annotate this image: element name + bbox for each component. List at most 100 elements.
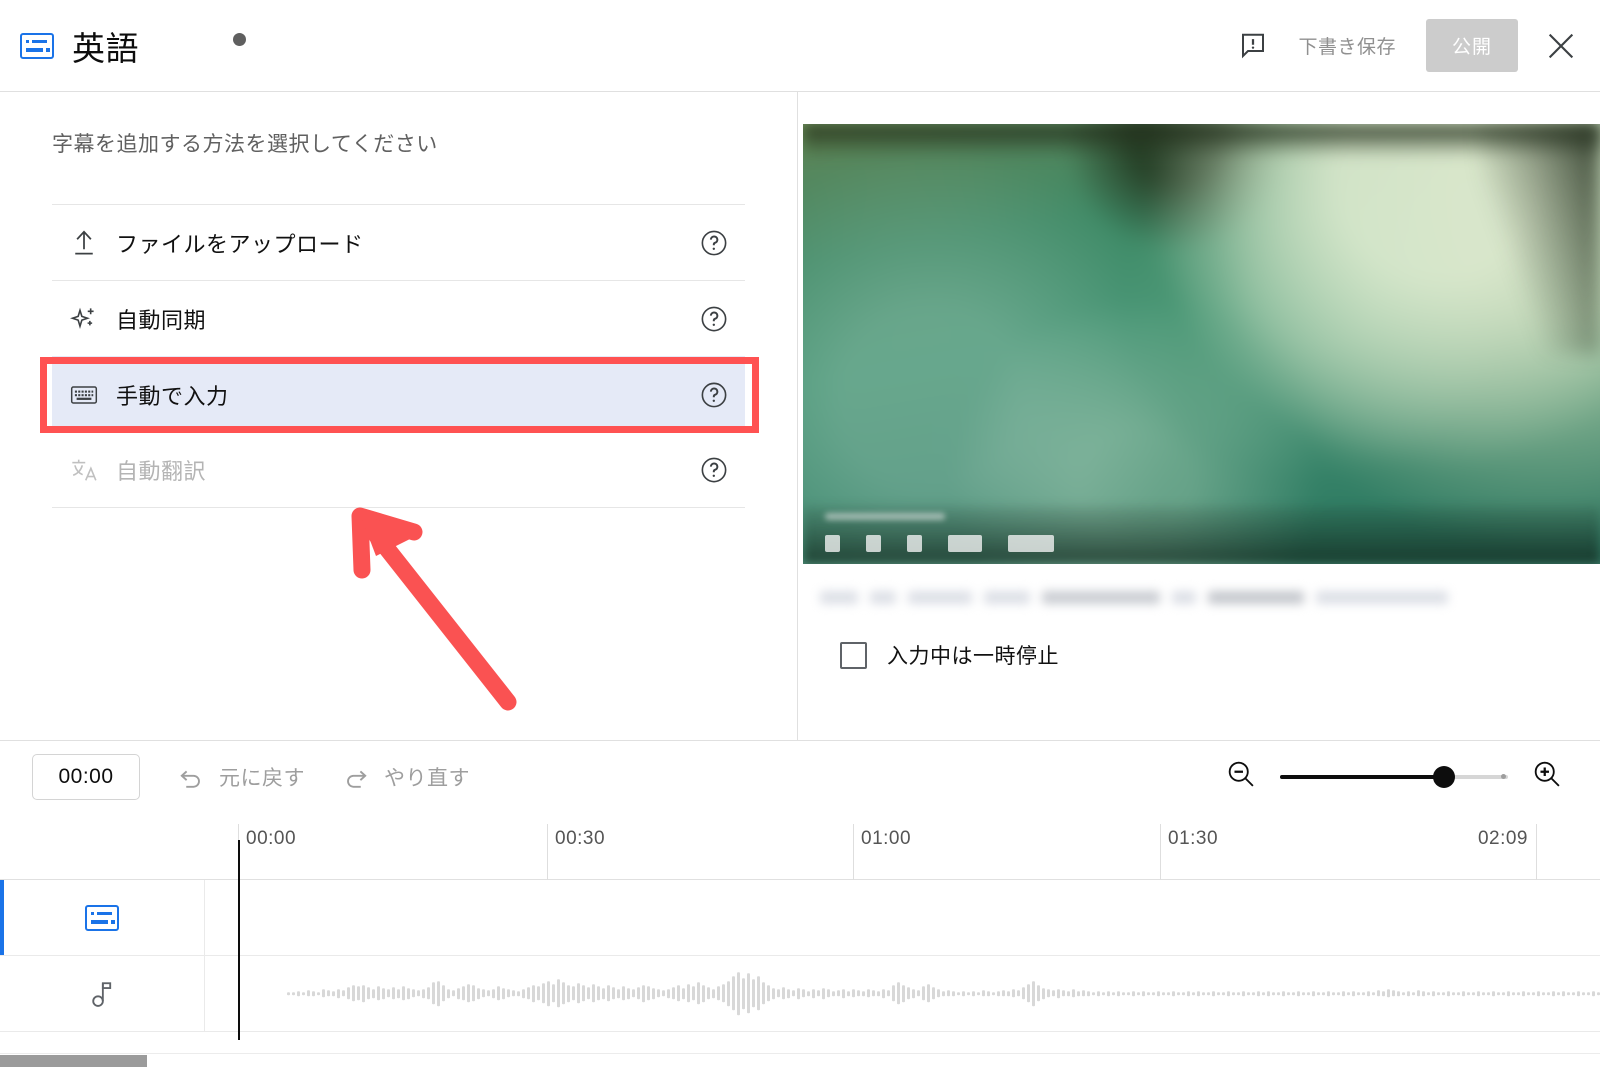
waveform-bar [1347, 991, 1350, 996]
zoom-controls [1224, 757, 1564, 796]
waveform-bar [1082, 990, 1085, 997]
waveform-bar [767, 985, 770, 1002]
waveform-bar [1152, 991, 1155, 996]
zoom-slider-thumb[interactable] [1433, 765, 1456, 788]
next-button[interactable] [866, 535, 881, 552]
upload-arrow-icon [52, 228, 116, 258]
waveform-bar [737, 971, 740, 1016]
waveform-bar [1302, 991, 1305, 996]
player-progress-bar[interactable] [825, 513, 945, 520]
waveform-bar [1397, 991, 1400, 996]
subtitle-track[interactable] [0, 880, 1600, 956]
waveform-bar [687, 984, 690, 1003]
waveform-bar [1572, 991, 1575, 996]
player-control-icons[interactable] [825, 535, 1054, 552]
waveform-bar [537, 986, 540, 1001]
waveform-bar [817, 990, 820, 997]
audio-track-lane[interactable] [205, 956, 1600, 1031]
close-icon[interactable] [1544, 29, 1578, 63]
method-auto-sync[interactable]: 自動同期 [52, 280, 745, 356]
waveform-bar [1192, 991, 1195, 996]
waveform-bar [1292, 991, 1295, 996]
waveform-bar [372, 988, 375, 999]
waveform-bar [337, 988, 340, 999]
current-time-input[interactable]: 00:00 [32, 753, 140, 800]
waveform-bar [1532, 991, 1535, 996]
help-icon[interactable] [699, 380, 729, 410]
waveform-bar [1502, 991, 1505, 996]
play-button[interactable] [825, 535, 840, 552]
pause-while-typing-checkbox[interactable] [840, 641, 867, 669]
waveform-bar [377, 986, 380, 1001]
waveform-bar [1022, 987, 1025, 1000]
audio-track[interactable] [0, 956, 1600, 1032]
waveform-bar [1067, 991, 1070, 996]
waveform-bar [1262, 991, 1265, 996]
waveform-bar [512, 990, 515, 997]
waveform-bar [652, 988, 655, 999]
method-upload-file[interactable]: ファイルをアップロード [52, 204, 745, 280]
waveform-bar [307, 990, 310, 997]
playhead-handle[interactable] [233, 33, 246, 46]
waveform-bar [502, 988, 505, 999]
horizontal-scrollbar[interactable] [0, 1053, 1600, 1067]
waveform-bar [1297, 991, 1300, 996]
waveform-bar [627, 988, 630, 999]
waveform-bar [1412, 991, 1415, 996]
waveform-bar [972, 991, 975, 996]
help-icon[interactable] [699, 228, 729, 258]
help-icon[interactable] [699, 304, 729, 334]
waveform-bar [857, 990, 860, 997]
zoom-out-icon[interactable] [1224, 757, 1258, 796]
waveform-bar [442, 985, 445, 1002]
waveform-bar [707, 987, 710, 1000]
waveform-bar [622, 986, 625, 1001]
waveform-bar [497, 986, 500, 1001]
waveform-bar [762, 982, 765, 1005]
redo-button[interactable]: やり直す [341, 762, 470, 792]
waveform-bar [852, 989, 855, 998]
waveform-bar [302, 991, 305, 996]
waveform-bar [1202, 991, 1205, 996]
waveform-bar [772, 988, 775, 999]
zoom-in-icon[interactable] [1530, 757, 1564, 796]
waveform-bar [897, 982, 900, 1005]
waveform-bar [432, 982, 435, 1005]
help-icon[interactable] [699, 455, 729, 485]
pane-heading: 字幕を追加する方法を選択してください [52, 133, 438, 156]
waveform-bar [1472, 991, 1475, 996]
waveform-bar [807, 991, 810, 996]
video-player[interactable] [803, 124, 1600, 564]
timeline-ruler[interactable]: 00:00 00:30 01:00 01:30 02:09 [0, 812, 1600, 880]
settings-button[interactable] [1008, 535, 1054, 552]
header-actions: 下書き保存 公開 [1238, 19, 1600, 72]
volume-button[interactable] [907, 535, 922, 552]
feedback-icon[interactable] [1238, 31, 1268, 61]
waveform-bar [922, 986, 925, 1001]
pause-while-typing-row[interactable]: 入力中は一時停止 [840, 640, 1059, 670]
method-type-manually[interactable]: 手動で入力 [40, 356, 759, 433]
waveform-bar [812, 988, 815, 999]
waveform-bar [1582, 991, 1585, 996]
method-label: 自動同期 [116, 307, 207, 333]
blurred-caption-text [820, 584, 1520, 610]
waveform-bar [1592, 991, 1595, 996]
horizontal-scrollbar-thumb[interactable] [0, 1055, 147, 1067]
waveform-bar [1342, 991, 1345, 996]
waveform-bar [287, 991, 290, 996]
waveform-bar [1017, 990, 1020, 997]
waveform-bar [407, 988, 410, 999]
waveform-bar [527, 987, 530, 1000]
save-draft-button[interactable]: 下書き保存 [1294, 26, 1400, 65]
subtitle-track-lane[interactable] [205, 880, 1600, 955]
waveform-bar [727, 981, 730, 1006]
ruler-label: 00:00 [246, 828, 297, 849]
publish-button[interactable]: 公開 [1425, 19, 1518, 72]
waveform-bar [777, 989, 780, 998]
waveform-bar [882, 988, 885, 999]
waveform-bar [862, 991, 865, 996]
undo-button[interactable]: 元に戻す [176, 762, 305, 792]
zoom-slider[interactable] [1280, 765, 1508, 788]
waveform-bar [952, 991, 955, 996]
waveform-bar [662, 990, 665, 997]
